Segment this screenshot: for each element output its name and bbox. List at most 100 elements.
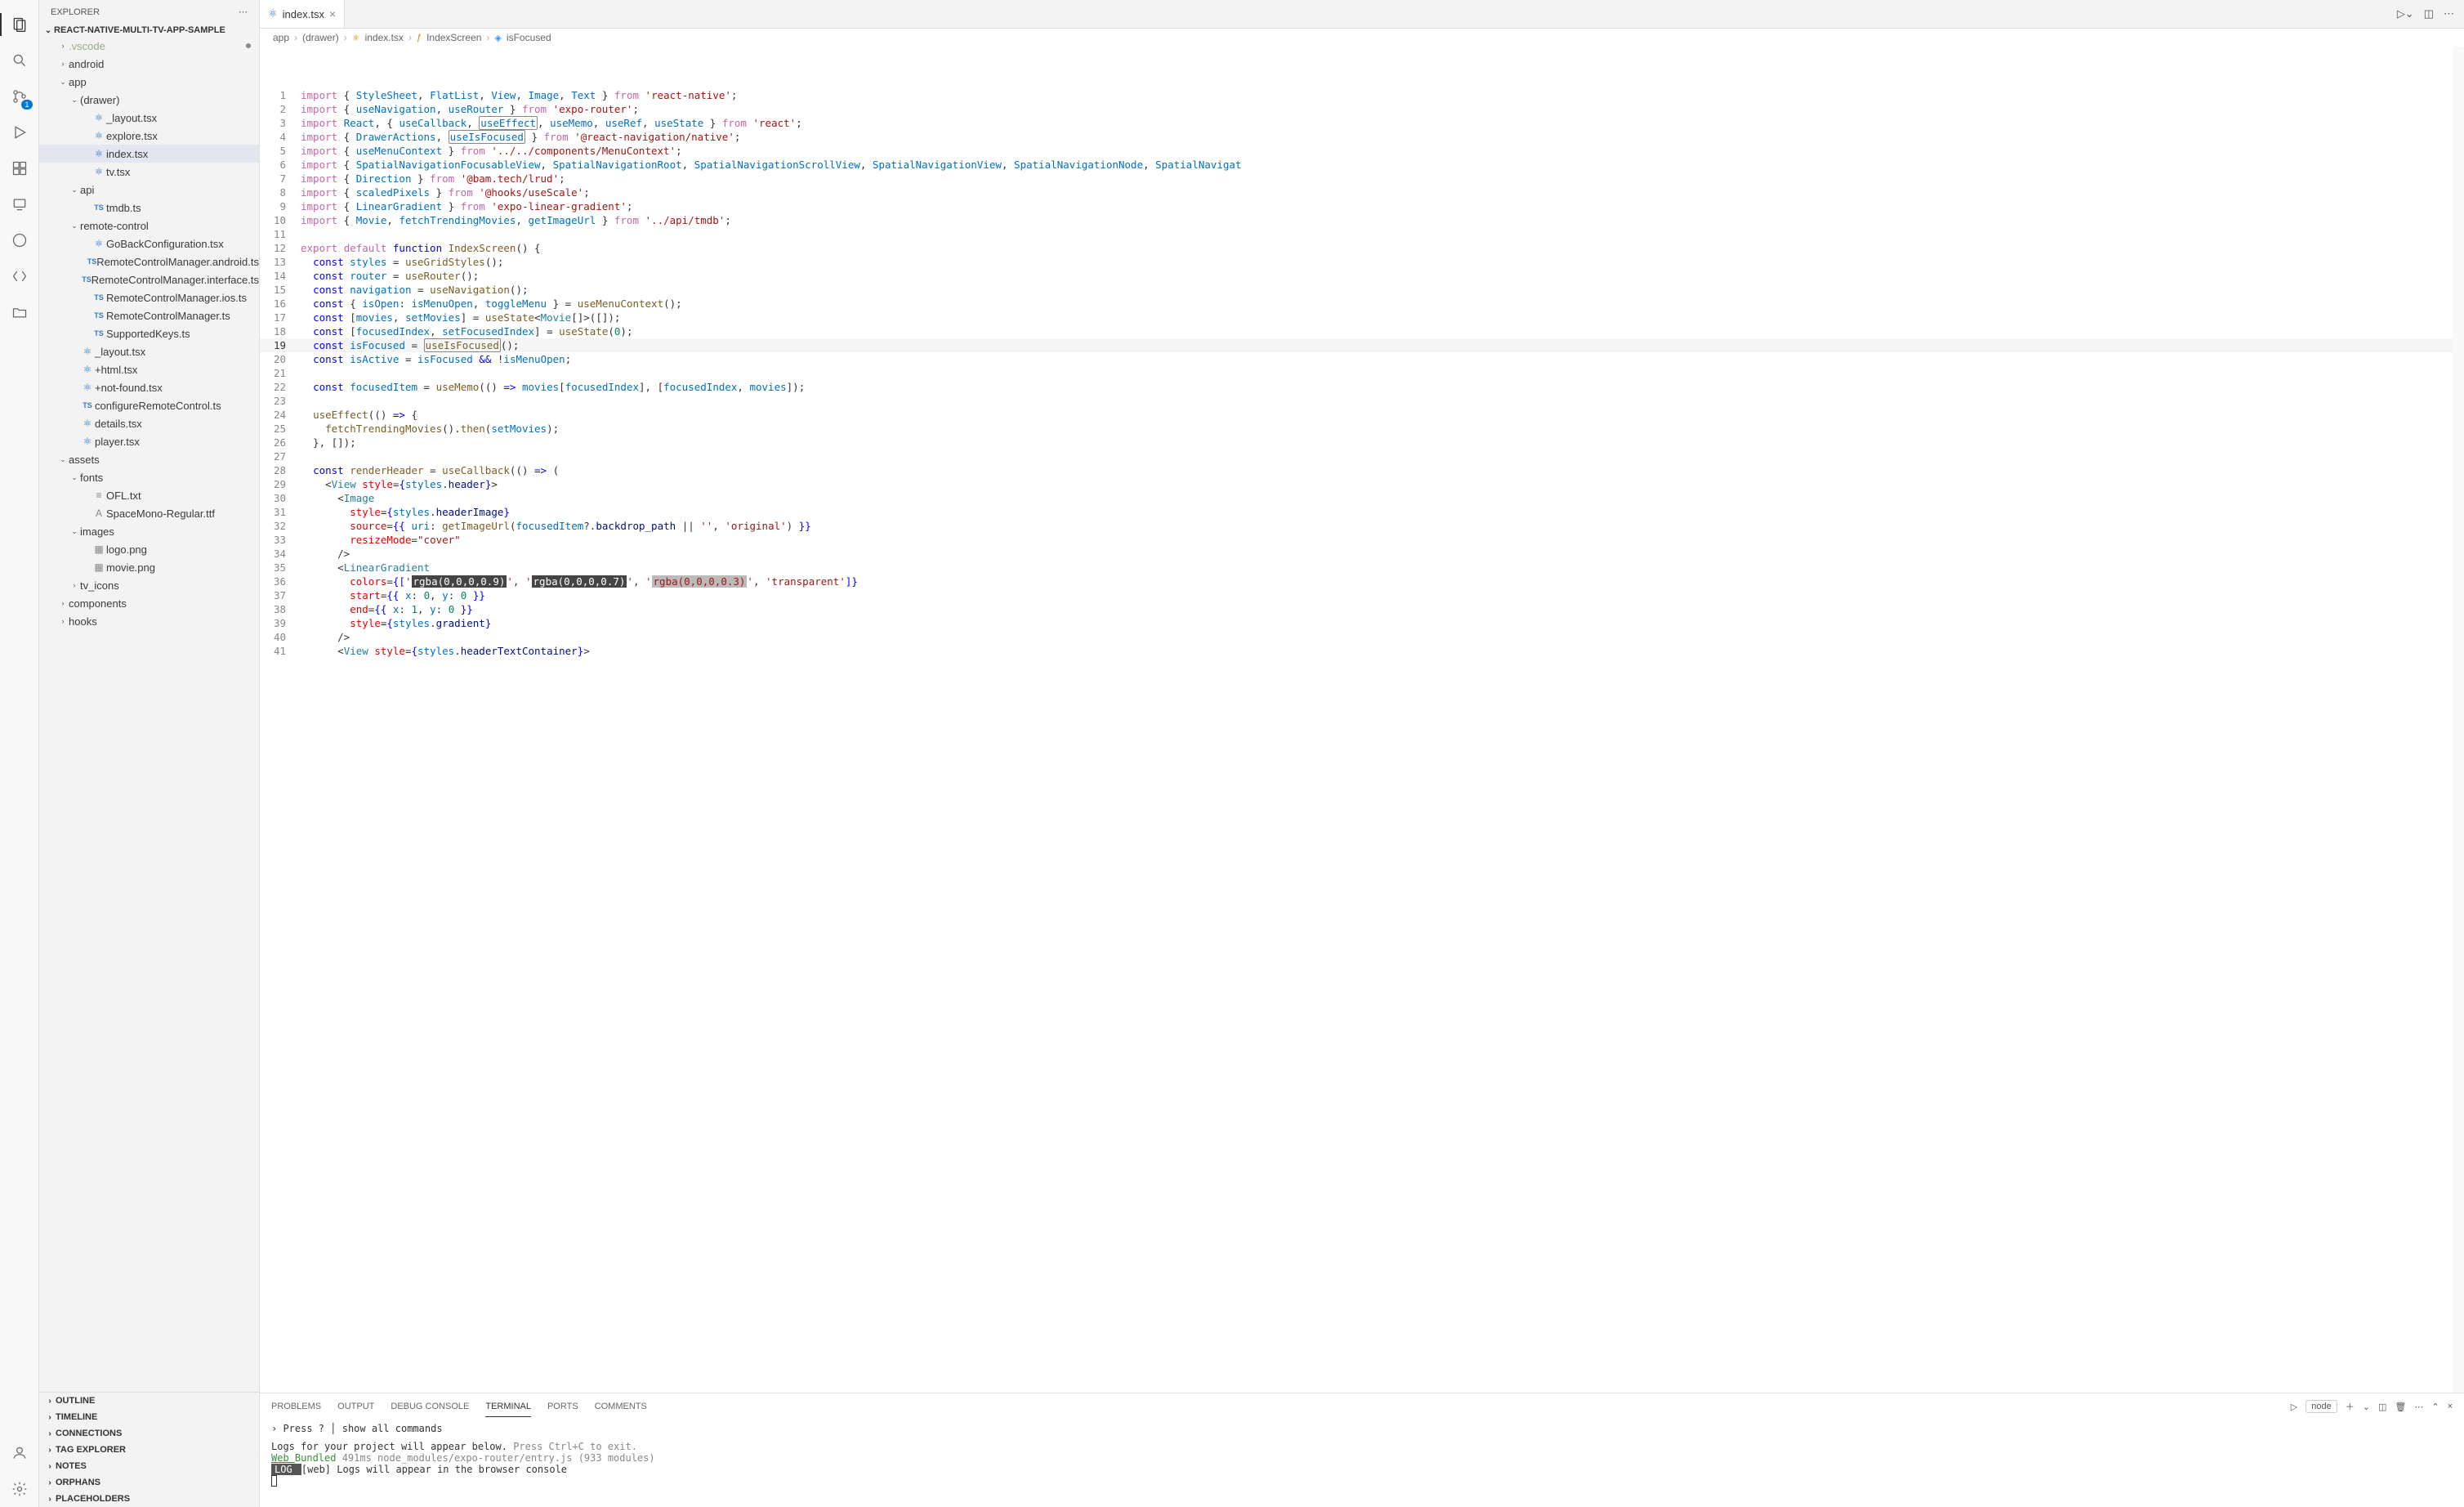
- tree-file[interactable]: TSSupportedKeys.ts: [39, 324, 259, 342]
- code-line[interactable]: 20 const isActive = isFocused && !isMenu…: [260, 352, 2464, 366]
- code-line[interactable]: 38 end={{ x: 1, y: 0 }}: [260, 602, 2464, 616]
- tree-folder[interactable]: ⌄app: [39, 73, 259, 91]
- code-line[interactable]: 13 const styles = useGridStyles();: [260, 255, 2464, 269]
- run-icon[interactable]: ▷⌄: [2397, 7, 2414, 20]
- code-line[interactable]: 28 const renderHeader = useCallback(() =…: [260, 463, 2464, 477]
- code-line[interactable]: 19 const isFocused = useIsFocused();: [260, 338, 2464, 352]
- tree-folder[interactable]: ⌄(drawer): [39, 91, 259, 109]
- code-line[interactable]: 4import { DrawerActions, useIsFocused } …: [260, 130, 2464, 144]
- tree-file[interactable]: ⚛player.tsx: [39, 432, 259, 450]
- collapsed-section[interactable]: ›OUTLINE: [39, 1393, 259, 1409]
- code-line[interactable]: 11: [260, 227, 2464, 241]
- remote-icon[interactable]: [8, 193, 31, 216]
- breadcrumb-item[interactable]: index.tsx: [365, 32, 404, 43]
- tree-file[interactable]: ⚛details.tsx: [39, 414, 259, 432]
- code-line[interactable]: 32 source={{ uri: getImageUrl(focusedIte…: [260, 519, 2464, 533]
- panel-tab-output[interactable]: OUTPUT: [337, 1397, 374, 1417]
- code-line[interactable]: 40 />: [260, 630, 2464, 644]
- tree-folder[interactable]: ›.vscode: [39, 37, 259, 55]
- code-line[interactable]: 24 useEffect(() => {: [260, 408, 2464, 422]
- panel-tab-terminal[interactable]: TERMINAL: [485, 1397, 531, 1417]
- tree-file[interactable]: ⚛_layout.tsx: [39, 342, 259, 360]
- tree-file[interactable]: ⚛+not-found.tsx: [39, 378, 259, 396]
- split-editor-icon[interactable]: ◫: [2424, 7, 2434, 20]
- code-editor[interactable]: 1import { StyleSheet, FlatList, View, Im…: [260, 47, 2464, 1393]
- tree-folder[interactable]: ›hooks: [39, 612, 259, 630]
- tree-file[interactable]: ⚛tv.tsx: [39, 163, 259, 181]
- tree-file[interactable]: TSRemoteControlManager.interface.ts: [39, 271, 259, 288]
- kill-terminal-icon[interactable]: 🗑: [2395, 1402, 2406, 1412]
- code-line[interactable]: 31 style={styles.headerImage}: [260, 505, 2464, 519]
- tree-file[interactable]: TSRemoteControlManager.android.ts: [39, 253, 259, 271]
- panel-tab-problems[interactable]: PROBLEMS: [271, 1397, 321, 1417]
- breadcrumb[interactable]: app› (drawer)› ⚛ index.tsx› ƒ IndexScree…: [260, 29, 2464, 47]
- tree-file[interactable]: ≡OFL.txt: [39, 486, 259, 504]
- account-icon[interactable]: [8, 1442, 31, 1465]
- code-line[interactable]: 18 const [focusedIndex, setFocusedIndex]…: [260, 324, 2464, 338]
- code-line[interactable]: 15 const navigation = useNavigation();: [260, 283, 2464, 297]
- split-terminal-icon[interactable]: ◫: [2378, 1402, 2386, 1412]
- code-line[interactable]: 36 colors={['rgba(0,0,0,0.9)', 'rgba(0,0…: [260, 575, 2464, 588]
- tree-folder[interactable]: ›tv_icons: [39, 576, 259, 594]
- tree-folder[interactable]: ⌄assets: [39, 450, 259, 468]
- breadcrumb-item[interactable]: isFocused: [507, 32, 551, 43]
- code-line[interactable]: 21: [260, 366, 2464, 380]
- tree-folder[interactable]: ⌄images: [39, 522, 259, 540]
- code-line[interactable]: 1import { StyleSheet, FlatList, View, Im…: [260, 88, 2464, 102]
- tree-folder[interactable]: ›android: [39, 55, 259, 73]
- collapsed-section[interactable]: ›NOTES: [39, 1458, 259, 1474]
- tree-file[interactable]: TSRemoteControlManager.ios.ts: [39, 288, 259, 306]
- breadcrumb-item[interactable]: app: [273, 32, 289, 43]
- settings-gear-icon[interactable]: [8, 1478, 31, 1500]
- explorer-icon[interactable]: [8, 13, 31, 36]
- tree-file[interactable]: ⚛_layout.tsx: [39, 109, 259, 127]
- github-icon[interactable]: [8, 229, 31, 252]
- collapsed-section[interactable]: ›ORPHANS: [39, 1474, 259, 1491]
- code-line[interactable]: 23: [260, 394, 2464, 408]
- run-debug-icon[interactable]: [8, 121, 31, 144]
- more-icon[interactable]: ⋯: [2444, 7, 2454, 20]
- maximize-panel-icon[interactable]: ⌃: [2431, 1402, 2439, 1412]
- code-line[interactable]: 22 const focusedItem = useMemo(() => mov…: [260, 380, 2464, 394]
- new-terminal-icon[interactable]: ＋: [2346, 1400, 2355, 1413]
- code-line[interactable]: 12export default function IndexScreen() …: [260, 241, 2464, 255]
- tree-file[interactable]: ⚛index.tsx: [39, 145, 259, 163]
- extensions-icon[interactable]: [8, 157, 31, 180]
- code-line[interactable]: 7import { Direction } from '@bam.tech/lr…: [260, 172, 2464, 186]
- code-line[interactable]: 16 const { isOpen: isMenuOpen, toggleMen…: [260, 297, 2464, 311]
- tree-folder[interactable]: ⌄api: [39, 181, 259, 199]
- terminal-launch-icon[interactable]: ▷: [2291, 1402, 2297, 1412]
- code-line[interactable]: 6import { SpatialNavigationFocusableView…: [260, 158, 2464, 172]
- panel-tab-ports[interactable]: PORTS: [547, 1397, 578, 1417]
- close-icon[interactable]: ×: [329, 7, 336, 20]
- code-line[interactable]: 29 <View style={styles.header}>: [260, 477, 2464, 491]
- code-line[interactable]: 25 fetchTrendingMovies().then(setMovies)…: [260, 422, 2464, 436]
- tree-file[interactable]: ASpaceMono-Regular.ttf: [39, 504, 259, 522]
- tree-folder[interactable]: ›components: [39, 594, 259, 612]
- tree-file[interactable]: ▦movie.png: [39, 558, 259, 576]
- tree-folder[interactable]: ⌄fonts: [39, 468, 259, 486]
- code-line[interactable]: 8import { scaledPixels } from '@hooks/us…: [260, 186, 2464, 199]
- collapsed-section[interactable]: ›CONNECTIONS: [39, 1425, 259, 1442]
- breadcrumb-item[interactable]: (drawer): [302, 32, 339, 43]
- terminal-dropdown-icon[interactable]: ⌄: [2363, 1402, 2370, 1412]
- panel-tab-debug-console[interactable]: DEBUG CONSOLE: [391, 1397, 469, 1417]
- collapsed-section[interactable]: ›TIMELINE: [39, 1409, 259, 1425]
- code-line[interactable]: 39 style={styles.gradient}: [260, 616, 2464, 630]
- tree-file[interactable]: ⚛GoBackConfiguration.tsx: [39, 235, 259, 253]
- source-control-icon[interactable]: 1: [8, 85, 31, 108]
- code-line[interactable]: 14 const router = useRouter();: [260, 269, 2464, 283]
- collapsed-section[interactable]: ›TAG EXPLORER: [39, 1442, 259, 1458]
- code-line[interactable]: 34 />: [260, 547, 2464, 561]
- code-line[interactable]: 35 <LinearGradient: [260, 561, 2464, 575]
- code-line[interactable]: 33 resizeMode="cover": [260, 533, 2464, 547]
- tree-file[interactable]: TStmdb.ts: [39, 199, 259, 217]
- folder-icon[interactable]: [8, 301, 31, 324]
- project-section-header[interactable]: ⌄ REACT-NATIVE-MULTI-TV-APP-SAMPLE: [39, 24, 259, 37]
- code-line[interactable]: 9import { LinearGradient } from 'expo-li…: [260, 199, 2464, 213]
- breadcrumb-item[interactable]: IndexScreen: [426, 32, 481, 43]
- code-line[interactable]: 5import { useMenuContext } from '../../c…: [260, 144, 2464, 158]
- code-line[interactable]: 2import { useNavigation, useRouter } fro…: [260, 102, 2464, 116]
- search-icon[interactable]: [8, 49, 31, 72]
- tree-file[interactable]: ▦logo.png: [39, 540, 259, 558]
